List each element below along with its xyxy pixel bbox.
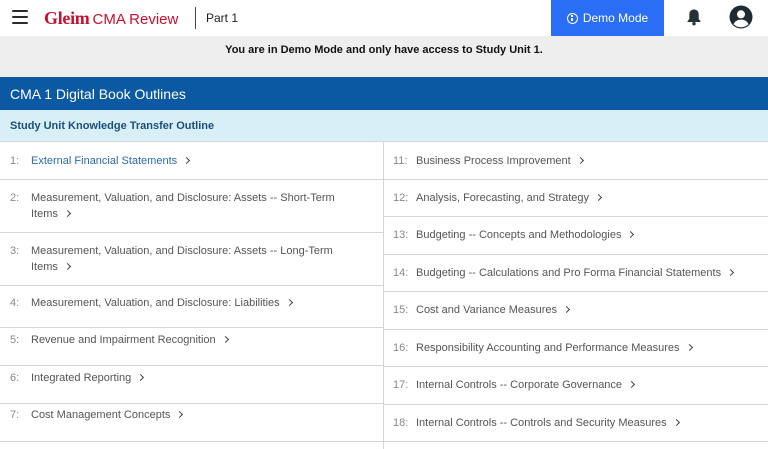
study-unit-link: Measurement, Valuation, and Disclosure: … bbox=[31, 295, 338, 311]
study-unit-item-13[interactable]: 13: Budgeting -- Concepts and Methodolog… bbox=[384, 217, 768, 255]
study-unit-item-18[interactable]: 18: Internal Controls -- Controls and Se… bbox=[384, 405, 768, 442]
chevron-right-icon bbox=[594, 193, 603, 202]
demo-mode-banner: You are in Demo Mode and only have acces… bbox=[0, 36, 768, 77]
bell-icon[interactable] bbox=[686, 8, 702, 26]
study-unit-title: Internal Controls -- Controls and Securi… bbox=[416, 417, 667, 429]
user-account-icon[interactable] bbox=[729, 5, 753, 29]
study-unit-title: Internal Controls -- Corporate Governanc… bbox=[416, 379, 623, 391]
study-unit-number: 2: bbox=[10, 192, 20, 204]
logo-brand-text: Gleim bbox=[44, 8, 90, 28]
study-unit-number: 11: bbox=[393, 155, 408, 167]
study-unit-title: Analysis, Forecasting, and Strategy bbox=[416, 192, 590, 204]
study-unit-item-2[interactable]: 2: Measurement, Valuation, and Disclosur… bbox=[0, 180, 383, 233]
study-unit-number: 7: bbox=[10, 409, 20, 421]
study-unit-number: 14: bbox=[393, 267, 409, 279]
study-unit-title: Cost and Variance Measures bbox=[416, 304, 558, 316]
study-unit-number: 18: bbox=[393, 417, 409, 429]
study-unit-number: 15: bbox=[393, 304, 409, 316]
study-unit-link: Budgeting -- Calculations and Pro Forma … bbox=[416, 265, 748, 281]
study-unit-item-17[interactable]: 17: Internal Controls -- Corporate Gover… bbox=[384, 367, 768, 405]
study-unit-link: Internal Controls -- Controls and Securi… bbox=[416, 415, 748, 431]
study-unit-link: Budgeting -- Concepts and Methodologies bbox=[416, 227, 748, 243]
study-unit-number: 4: bbox=[10, 297, 20, 309]
chevron-right-icon bbox=[176, 410, 184, 419]
study-unit-link: Cost and Variance Measures bbox=[416, 302, 748, 318]
study-unit-item-15[interactable]: 15: Cost and Variance Measures bbox=[384, 292, 768, 330]
chevron-right-icon bbox=[685, 343, 693, 352]
gleim-logo[interactable]: Gleim CMA Review bbox=[44, 8, 178, 28]
header-divider bbox=[195, 7, 196, 29]
chevron-right-icon bbox=[563, 305, 571, 314]
study-unit-item-3[interactable]: 3: Measurement, Valuation, and Disclosur… bbox=[0, 233, 383, 286]
section-title: CMA 1 Digital Book Outlines bbox=[0, 77, 768, 110]
study-unit-title: Business Process Improvement bbox=[416, 155, 571, 167]
study-unit-item-12[interactable]: 12: Analysis, Forecasting, and Strategy bbox=[384, 180, 768, 217]
chevron-right-icon bbox=[672, 418, 680, 427]
study-unit-title: Measurement, Valuation, and Disclosure: … bbox=[31, 297, 280, 309]
study-unit-link: Business Process Improvement bbox=[416, 153, 748, 169]
info-icon bbox=[566, 12, 578, 24]
chevron-right-icon bbox=[221, 335, 229, 344]
chevron-right-icon bbox=[727, 268, 735, 277]
study-unit-number: 16: bbox=[393, 342, 409, 354]
study-unit-number: 1: bbox=[10, 155, 20, 167]
study-unit-list-right: 11: Business Process Improvement 12: Ana… bbox=[384, 142, 768, 449]
part-label: Part 1 bbox=[206, 11, 239, 25]
study-unit-number: 17: bbox=[393, 379, 409, 391]
chevron-right-icon bbox=[576, 156, 584, 165]
study-unit-title: Measurement, Valuation, and Disclosure: … bbox=[31, 192, 335, 220]
study-unit-number: 3: bbox=[10, 245, 20, 257]
study-unit-title: External Financial Statements bbox=[31, 155, 178, 167]
study-unit-link: Revenue and Impairment Recognition bbox=[31, 332, 338, 348]
study-unit-link: Integrated Reporting bbox=[31, 370, 338, 386]
study-unit-link: Analysis, Forecasting, and Strategy bbox=[416, 190, 748, 206]
study-unit-title: Integrated Reporting bbox=[31, 372, 132, 384]
demo-mode-label: Demo Mode bbox=[582, 11, 649, 25]
study-unit-title: Budgeting -- Calculations and Pro Forma … bbox=[416, 267, 722, 279]
study-unit-title: Budgeting -- Concepts and Methodologies bbox=[416, 229, 622, 241]
study-unit-title: Measurement, Valuation, and Disclosure: … bbox=[31, 245, 333, 273]
study-unit-number: 13: bbox=[393, 229, 409, 241]
study-unit-item-4[interactable]: 4: Measurement, Valuation, and Disclosur… bbox=[0, 286, 383, 328]
study-unit-link: Responsibility Accounting and Performanc… bbox=[416, 340, 748, 356]
study-unit-title: Cost Management Concepts bbox=[31, 409, 171, 421]
study-unit-number: 6: bbox=[10, 372, 20, 384]
chevron-right-icon bbox=[137, 373, 145, 382]
study-unit-item-6[interactable]: 6: Integrated Reporting bbox=[0, 366, 383, 404]
demo-mode-message: You are in Demo Mode and only have acces… bbox=[225, 44, 543, 56]
study-unit-link: Internal Controls -- Corporate Governanc… bbox=[416, 377, 748, 393]
logo-product-text: CMA Review bbox=[92, 11, 179, 28]
chevron-right-icon bbox=[63, 262, 71, 271]
outline-subheader: Study Unit Knowledge Transfer Outline bbox=[0, 110, 768, 142]
study-unit-link: Cost Management Concepts bbox=[31, 407, 338, 423]
study-unit-link: External Financial Statements bbox=[31, 153, 338, 169]
study-unit-title: Responsibility Accounting and Performanc… bbox=[416, 342, 680, 354]
chevron-right-icon bbox=[628, 380, 636, 389]
hamburger-menu-icon[interactable] bbox=[12, 10, 28, 24]
chevron-right-icon bbox=[285, 298, 293, 307]
study-unit-list-left: 1: External Financial Statements 2: Meas… bbox=[0, 142, 383, 449]
study-unit-link: Measurement, Valuation, and Disclosure: … bbox=[31, 190, 338, 222]
study-unit-item-14[interactable]: 14: Budgeting -- Calculations and Pro Fo… bbox=[384, 255, 768, 292]
chevron-right-icon bbox=[63, 209, 71, 218]
study-unit-item-11[interactable]: 11: Business Process Improvement bbox=[384, 142, 768, 180]
study-unit-link: Measurement, Valuation, and Disclosure: … bbox=[31, 243, 338, 275]
study-unit-number: 5: bbox=[10, 334, 20, 346]
chevron-right-icon bbox=[183, 156, 191, 165]
demo-mode-button[interactable]: Demo Mode bbox=[551, 0, 664, 36]
study-unit-number: 12: bbox=[393, 192, 409, 204]
study-unit-item-1[interactable]: 1: External Financial Statements bbox=[0, 142, 383, 180]
study-unit-item-16[interactable]: 16: Responsibility Accounting and Perfor… bbox=[384, 330, 768, 367]
chevron-right-icon bbox=[627, 230, 635, 239]
study-unit-title: Revenue and Impairment Recognition bbox=[31, 334, 216, 346]
top-navigation-bar: Gleim CMA Review Part 1 Demo Mode bbox=[0, 0, 768, 36]
study-unit-item-7[interactable]: 7: Cost Management Concepts bbox=[0, 404, 383, 442]
study-unit-item-5[interactable]: 5: Revenue and Impairment Recognition bbox=[0, 328, 383, 366]
